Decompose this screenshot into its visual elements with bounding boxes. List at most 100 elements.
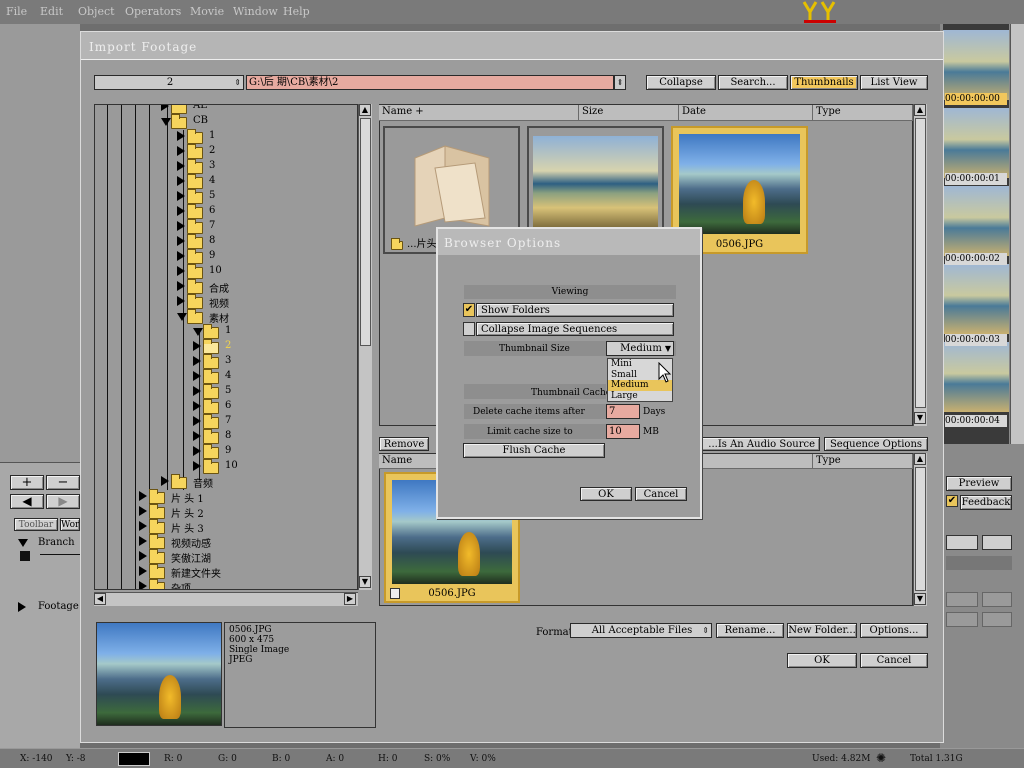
feedback-checkbox[interactable]: ✔	[946, 495, 958, 507]
remove-footage-button[interactable]: Remove	[379, 437, 429, 451]
search-button[interactable]: Search...	[718, 75, 788, 90]
expand-triangle-icon[interactable]	[177, 266, 185, 276]
tree-folder-row[interactable]: 音频	[95, 474, 357, 490]
right-control[interactable]	[982, 535, 1012, 550]
tree-folder-row[interactable]: 杂项	[95, 579, 357, 589]
film-scrollbar[interactable]	[1010, 24, 1024, 444]
collapse-triangle-icon[interactable]	[193, 328, 203, 336]
limit-input[interactable]: 10	[606, 424, 640, 439]
scroll-left-icon[interactable]: ◀	[94, 593, 106, 605]
menu-operators[interactable]: Operators	[125, 5, 181, 18]
ok-button[interactable]: OK	[787, 653, 857, 668]
expand-triangle-icon[interactable]	[177, 221, 185, 231]
thumbnails-button[interactable]: Thumbnails	[790, 75, 858, 90]
expand-triangle-icon[interactable]	[177, 281, 185, 291]
collapse-sequences-checkbox[interactable]	[463, 322, 475, 336]
path-history-select[interactable]: 2 ⇕	[94, 75, 244, 90]
tree-folder-row[interactable]: 10	[95, 459, 357, 474]
scroll-down-icon[interactable]: ▼	[914, 593, 926, 605]
right-control[interactable]	[982, 592, 1012, 607]
tree-folder-row[interactable]: 合成	[95, 279, 357, 295]
expand-triangle-icon[interactable]	[161, 105, 169, 111]
scroll-thumb[interactable]	[915, 467, 926, 591]
expand-triangle-icon[interactable]	[193, 401, 201, 411]
preview-button[interactable]: Preview	[946, 476, 1012, 491]
tree-folder-row[interactable]: 视频动感	[95, 534, 357, 550]
options-button[interactable]: Options...	[860, 623, 928, 638]
tree-folder-row[interactable]: 1	[95, 129, 357, 144]
expand-triangle-icon[interactable]	[177, 176, 185, 186]
forward-button[interactable]: ▶	[46, 494, 80, 509]
tree-folder-row[interactable]: 6	[95, 399, 357, 414]
tree-folder-row[interactable]: 片 头 2	[95, 504, 357, 520]
scroll-up-icon[interactable]: ▲	[914, 104, 926, 116]
tree-folder-row[interactable]: 素材	[95, 309, 357, 325]
path-field[interactable]: G:\后 期\CB\素材\2	[246, 75, 614, 90]
expand-triangle-icon[interactable]	[177, 206, 185, 216]
format-select[interactable]: All Acceptable Files ⇕	[570, 623, 712, 638]
tree-folder-row[interactable]: CB	[95, 114, 357, 129]
tree-folder-row[interactable]: 9	[95, 444, 357, 459]
tree-folder-row[interactable]: 4	[95, 369, 357, 384]
tree-folder-row[interactable]: 视频	[95, 294, 357, 310]
right-control[interactable]	[982, 612, 1012, 627]
rename-button[interactable]: Rename...	[716, 623, 784, 638]
flush-cache-button[interactable]: Flush Cache	[463, 443, 605, 458]
expand-triangle-icon[interactable]	[177, 131, 185, 141]
sequence-options-button[interactable]: Sequence Options	[824, 437, 928, 451]
expand-triangle-icon[interactable]	[177, 251, 185, 261]
tree-folder-row[interactable]: 8	[95, 234, 357, 249]
col-date[interactable]: Date	[679, 105, 813, 121]
tab-toolbar[interactable]: Toolbar	[14, 518, 58, 531]
tree-folder-row[interactable]: 7	[95, 219, 357, 234]
menu-object[interactable]: Object	[78, 5, 115, 18]
expand-triangle-icon[interactable]	[177, 161, 185, 171]
collapse-button[interactable]: Collapse	[646, 75, 716, 90]
back-button[interactable]: ◀	[10, 494, 44, 509]
expand-triangle-icon[interactable]	[193, 341, 201, 351]
expand-triangle-icon[interactable]	[139, 566, 147, 576]
expand-triangle-icon[interactable]	[177, 296, 185, 306]
folder-tree[interactable]: AE CB 1 2 3 4 5 6 7 8 9 10 合成 视频 素材 1 2 3 4 5 6 7 8 9 10 音频片 头 1片…	[94, 104, 358, 590]
cancel-button[interactable]: Cancel	[860, 653, 928, 668]
browser-options-ok-button[interactable]: OK	[580, 487, 632, 501]
size-option-large[interactable]: Large	[608, 391, 672, 402]
show-folders-option[interactable]: Show Folders	[476, 303, 674, 317]
expand-triangle-icon[interactable]	[193, 416, 201, 426]
tree-folder-row[interactable]: AE	[95, 105, 357, 114]
tree-folder-row[interactable]: 1	[95, 324, 357, 339]
tree-folder-row[interactable]: 笑傲江湖	[95, 549, 357, 565]
expand-triangle-icon[interactable]	[177, 236, 185, 246]
expand-triangle-icon[interactable]	[193, 431, 201, 441]
menu-window[interactable]: Window	[233, 5, 278, 18]
expand-triangle-icon[interactable]	[193, 371, 201, 381]
feedback-button[interactable]: Feedback	[960, 495, 1012, 510]
tree-folder-row[interactable]: 片 头 3	[95, 519, 357, 535]
tree-folder-row[interactable]: 10	[95, 264, 357, 279]
right-control[interactable]	[946, 612, 978, 627]
scroll-right-icon[interactable]: ▶	[344, 593, 356, 605]
tree-scrollbar[interactable]: ▲ ▼	[358, 104, 372, 590]
expand-triangle-icon[interactable]	[193, 356, 201, 366]
tree-folder-row[interactable]: 5	[95, 384, 357, 399]
browser-options-cancel-button[interactable]: Cancel	[635, 487, 687, 501]
expand-triangle-icon[interactable]	[139, 491, 147, 501]
expand-triangle-icon[interactable]	[139, 581, 147, 589]
menu-file[interactable]: File	[6, 5, 27, 18]
col-type[interactable]: Type	[813, 105, 913, 121]
remove-button[interactable]: −	[46, 475, 80, 490]
expand-triangle-icon[interactable]	[139, 506, 147, 516]
tree-folder-row[interactable]: 8	[95, 429, 357, 444]
scroll-up-icon[interactable]: ▲	[359, 104, 371, 116]
scroll-thumb[interactable]	[915, 118, 926, 408]
tree-folder-row[interactable]: 9	[95, 249, 357, 264]
delete-after-input[interactable]: 7	[606, 404, 640, 419]
add-button[interactable]: +	[10, 475, 44, 490]
upper-scrollbar[interactable]: ▲ ▼	[913, 104, 927, 426]
expand-triangle-icon[interactable]	[177, 191, 185, 201]
menu-help[interactable]: Help	[283, 5, 310, 18]
col-size[interactable]: Size	[579, 105, 679, 121]
lower-col-type[interactable]: Type	[813, 454, 913, 469]
scroll-down-icon[interactable]: ▼	[359, 576, 371, 588]
thumbnail-size-select[interactable]: Medium ▼	[606, 341, 674, 356]
